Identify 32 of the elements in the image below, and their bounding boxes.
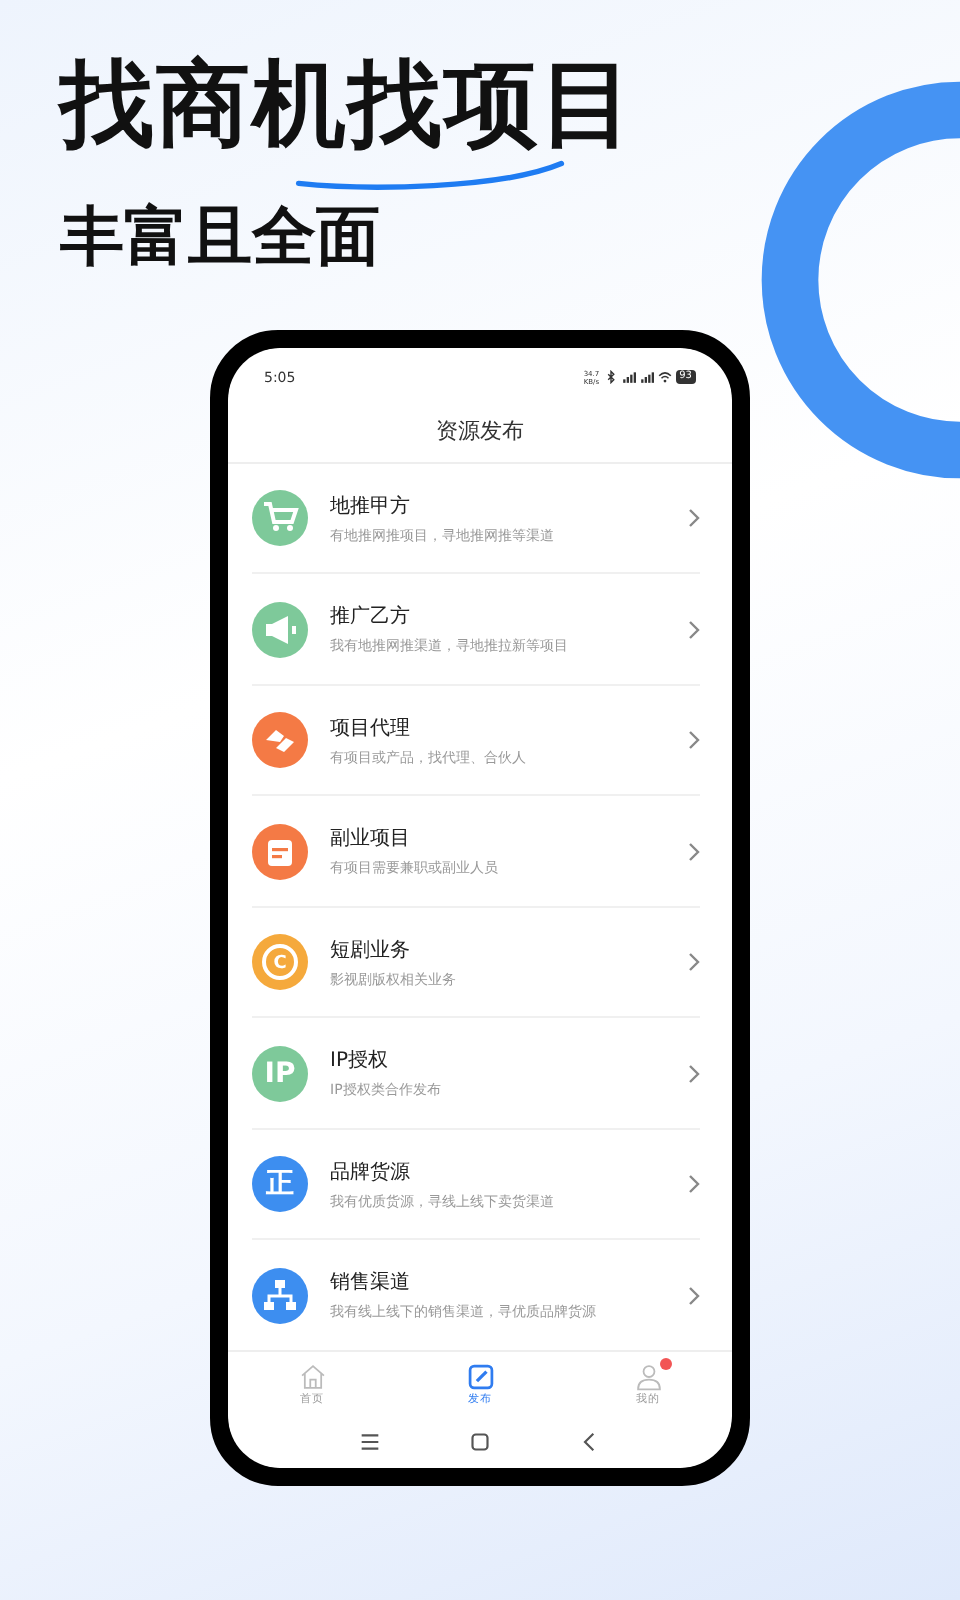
item-title: 地推甲方 [330,493,412,520]
category-badge: IP [252,1045,308,1102]
chevron-right-icon [688,1285,700,1306]
chevron-right-icon [688,1063,700,1084]
home-icon [297,1361,327,1392]
chevron-right-icon [688,619,700,640]
home-square-icon [470,1432,490,1453]
headline-subtitle: 丰富且全面 [60,196,382,276]
wifi-icon [657,370,672,385]
signal-icon [639,370,654,385]
chevron-right-icon [688,730,700,751]
chevron-right-icon [688,508,700,529]
chevron-right-icon [688,952,700,973]
bluetooth-icon [603,370,618,385]
item-title: 推广乙方 [330,603,412,631]
item-title: 销售渠道 [330,1269,412,1297]
item-title: IP授权 [330,1047,390,1075]
page-title: 资源发布 [228,391,732,464]
item-title: 短剧业务 [330,937,412,964]
signal-icon [621,370,636,385]
headline-title: 找商机找项目 [60,52,638,160]
item-title: 项目代理 [330,715,412,742]
chevron-right-icon [688,841,700,862]
chevron-right-icon [688,1174,700,1195]
person-icon [633,1361,663,1392]
item-title: 品牌货源 [330,1159,412,1186]
category-badge: 正 [252,1156,308,1213]
menu-icon [360,1432,380,1453]
category-badge: C [252,934,308,991]
back-icon [580,1432,600,1453]
item-title: 副业项目 [330,825,412,853]
edit-icon [465,1361,495,1392]
